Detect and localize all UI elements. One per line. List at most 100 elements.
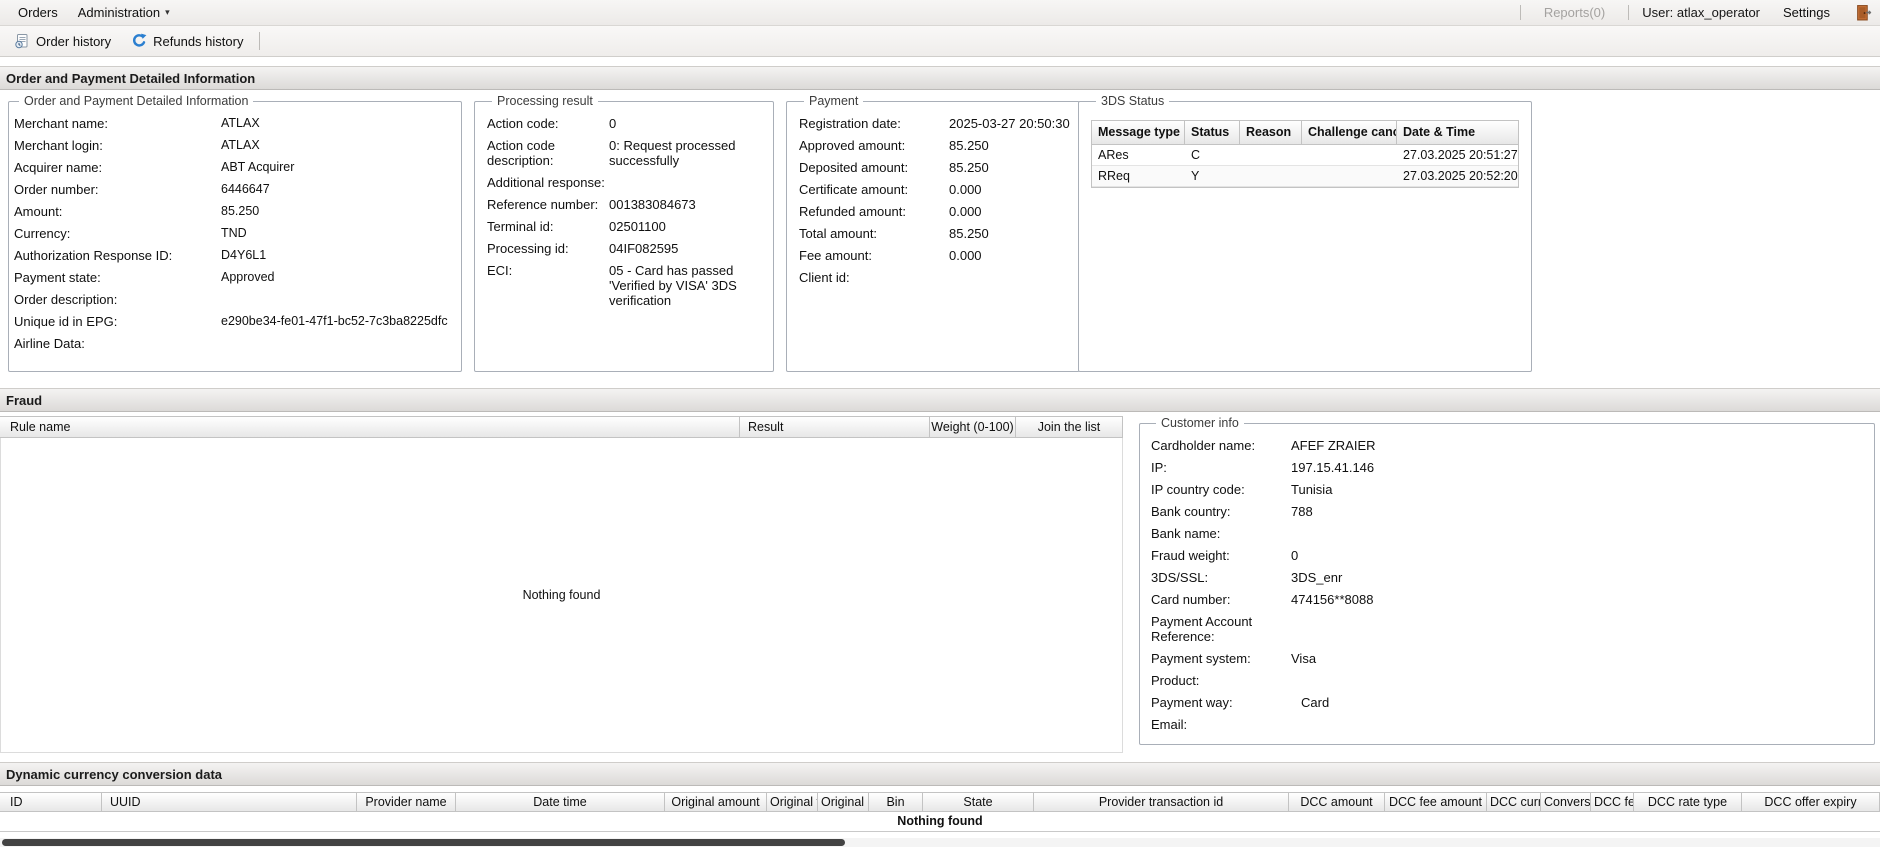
menu-orders[interactable]: Orders xyxy=(8,0,68,25)
column-header: Rule name xyxy=(0,417,740,437)
field-label: Merchant name: xyxy=(14,116,221,131)
field-row: 3DS/SSL:3DS_enr xyxy=(1151,570,1862,585)
column-header: ID xyxy=(0,793,102,811)
field-label: Order description: xyxy=(14,292,221,307)
column-header: DCC fee amount xyxy=(1385,793,1487,811)
logout-button[interactable] xyxy=(1853,4,1874,21)
field-value xyxy=(609,175,761,190)
field-label: Refunded amount: xyxy=(799,204,949,219)
cell-reason xyxy=(1240,145,1302,165)
refunds-history-button[interactable]: Refunds history xyxy=(123,30,251,52)
tds-status-table: Message type Status Reason Challenge can… xyxy=(1091,120,1519,188)
field-label: IP: xyxy=(1151,460,1291,475)
field-label: Bank country: xyxy=(1151,504,1291,519)
column-header: Reason xyxy=(1240,121,1302,144)
field-row: Bank country:788 xyxy=(1151,504,1862,519)
field-label: Bank name: xyxy=(1151,526,1291,541)
column-header: Challenge cancel xyxy=(1302,121,1397,144)
column-header: Provider name xyxy=(357,793,456,811)
section-header-dcc: Dynamic currency conversion data xyxy=(0,762,1880,786)
order-info-panel: Order and Payment Detailed Information M… xyxy=(8,94,462,372)
fraud-table-body: Nothing found xyxy=(0,438,1123,753)
field-value: ATLAX xyxy=(221,138,449,153)
column-header: Join the list xyxy=(1016,417,1123,437)
cell-challenge-cancel xyxy=(1302,166,1397,186)
field-label: Fraud weight: xyxy=(1151,548,1291,563)
field-row: Merchant login:ATLAX xyxy=(14,138,449,153)
field-label: Fee amount: xyxy=(799,248,949,263)
field-value: 197.15.41.146 xyxy=(1291,460,1862,475)
field-label: Merchant login: xyxy=(14,138,221,153)
cell-datetime: 27.03.2025 20:51:27 xyxy=(1397,145,1518,165)
field-row: Card number:474156**8088 xyxy=(1151,592,1862,607)
field-label: Deposited amount: xyxy=(799,160,949,175)
field-label: Payment way: xyxy=(1151,695,1291,710)
field-label: Terminal id: xyxy=(487,219,609,234)
table-row[interactable]: RReq Y 27.03.2025 20:52:20 xyxy=(1092,166,1518,187)
table-row[interactable]: ARes C 27.03.2025 20:51:27 xyxy=(1092,145,1518,166)
menu-administration[interactable]: Administration ▾ xyxy=(68,0,180,25)
divider xyxy=(259,32,260,50)
field-label: Email: xyxy=(1151,717,1291,732)
field-row: Additional response: xyxy=(487,175,761,190)
field-label: Product: xyxy=(1151,673,1291,688)
field-label: Payment Account Reference: xyxy=(1151,614,1291,644)
field-value: Tunisia xyxy=(1291,482,1862,497)
dcc-empty-row: Nothing found xyxy=(0,812,1880,832)
field-value xyxy=(1291,673,1862,688)
field-value: 0.000 xyxy=(949,248,1070,263)
field-row: Approved amount:85.250 xyxy=(799,138,1070,153)
column-header: Provider transaction id xyxy=(1034,793,1289,811)
field-row: Email: xyxy=(1151,717,1862,732)
chevron-down-icon: ▾ xyxy=(165,7,170,18)
column-header: Status xyxy=(1185,121,1240,144)
field-row: Payment system:Visa xyxy=(1151,651,1862,666)
order-history-button[interactable]: Order history xyxy=(6,30,119,52)
fraud-table-header: Rule name Result Weight (0-100) Join the… xyxy=(0,416,1123,438)
field-value xyxy=(1291,614,1862,644)
field-value: 0: Request processed successfully xyxy=(609,138,761,168)
field-label: Airline Data: xyxy=(14,336,221,351)
column-header: Original c xyxy=(818,793,869,811)
field-row: Merchant name:ATLAX xyxy=(14,116,449,131)
field-label: Total amount: xyxy=(799,226,949,241)
menu-bar: Orders Administration ▾ Reports(0) User:… xyxy=(0,0,1880,26)
field-row: Registration date:2025-03-27 20:50:30 xyxy=(799,116,1070,131)
cell-challenge-cancel xyxy=(1302,145,1397,165)
processing-result-panel: Processing result Action code:0 Action c… xyxy=(474,94,774,372)
dcc-table-header: ID UUID Provider name Date time Original… xyxy=(0,792,1880,812)
field-value: 2025-03-27 20:50:30 xyxy=(949,116,1070,131)
field-value: e290be34-fe01-47f1-bc52-7c3ba8225dfc xyxy=(221,314,449,329)
menu-left: Orders Administration ▾ xyxy=(0,0,180,25)
field-value: Approved xyxy=(221,270,449,285)
field-value: AFEF ZRAIER xyxy=(1291,438,1862,453)
field-row: Unique id in EPG:e290be34-fe01-47f1-bc52… xyxy=(14,314,449,329)
tds-status-panel: 3DS Status Message type Status Reason Ch… xyxy=(1078,94,1532,372)
field-row: ECI:05 - Card has passed 'Verified by VI… xyxy=(487,263,761,308)
field-row: Processing id:04IF082595 xyxy=(487,241,761,256)
menu-reports[interactable]: Reports(0) xyxy=(1534,0,1615,25)
menu-administration-label: Administration xyxy=(78,5,160,20)
field-label: Approved amount: xyxy=(799,138,949,153)
field-label: Card number: xyxy=(1151,592,1291,607)
field-value: 6446647 xyxy=(221,182,449,197)
door-exit-icon xyxy=(1855,4,1872,21)
field-row: Client id: xyxy=(799,270,1070,285)
customer-info-panel: Customer info Cardholder name:AFEF ZRAIE… xyxy=(1139,416,1875,745)
field-value: 0 xyxy=(609,116,761,131)
cell-message-type: ARes xyxy=(1092,145,1185,165)
field-value xyxy=(221,292,449,307)
field-label: Payment system: xyxy=(1151,651,1291,666)
field-value: 85.250 xyxy=(949,160,1070,175)
menu-settings[interactable]: Settings xyxy=(1773,0,1840,25)
column-header: Message type xyxy=(1092,121,1185,144)
customer-info-legend: Customer info xyxy=(1156,416,1244,430)
scrollbar-thumb[interactable] xyxy=(2,839,845,846)
field-row: Currency:TND xyxy=(14,226,449,241)
field-row: Fee amount:0.000 xyxy=(799,248,1070,263)
field-row: Order number:6446647 xyxy=(14,182,449,197)
field-value: 788 xyxy=(1291,504,1862,519)
field-row: IP:197.15.41.146 xyxy=(1151,460,1862,475)
tds-table-header: Message type Status Reason Challenge can… xyxy=(1092,121,1518,145)
column-header: Date & Time xyxy=(1397,121,1518,144)
